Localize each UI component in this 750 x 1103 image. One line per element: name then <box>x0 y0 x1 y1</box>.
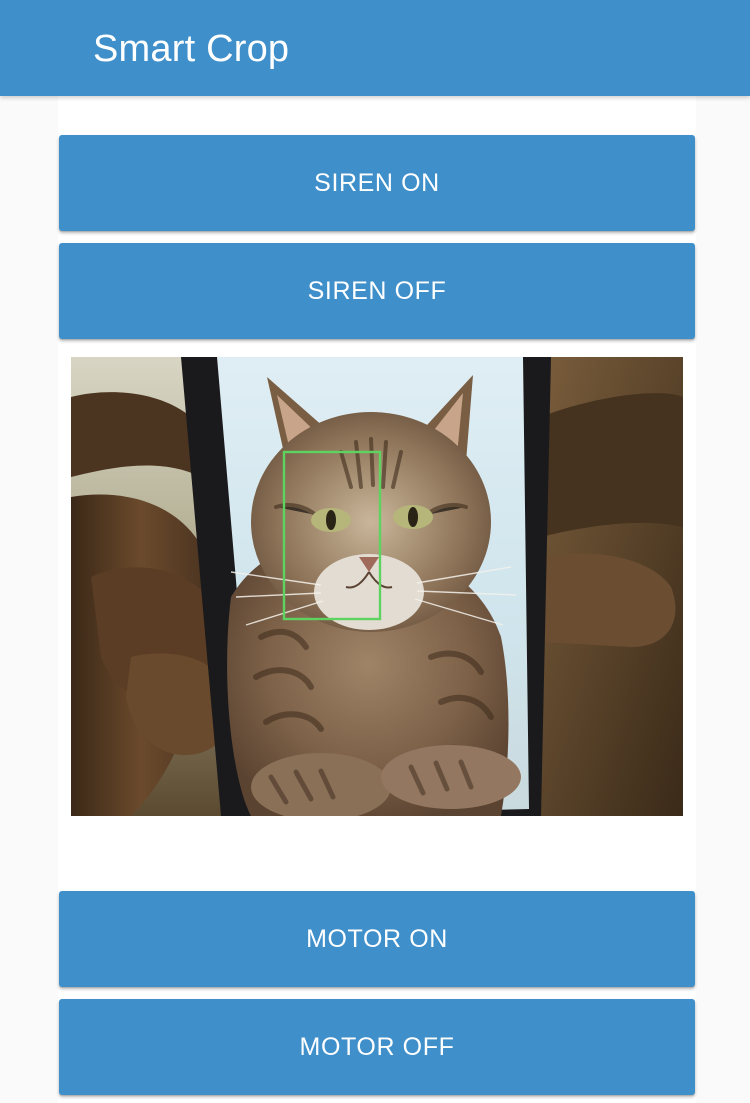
motor-off-button[interactable]: MOTOR OFF <box>59 999 695 1095</box>
camera-feed-image <box>71 357 683 816</box>
motor-on-button[interactable]: MOTOR ON <box>59 891 695 987</box>
siren-off-button[interactable]: SIREN OFF <box>59 243 695 339</box>
siren-on-button[interactable]: SIREN ON <box>59 135 695 231</box>
app-bar: Smart Crop <box>0 0 750 96</box>
app-title: Smart Crop <box>93 28 290 70</box>
